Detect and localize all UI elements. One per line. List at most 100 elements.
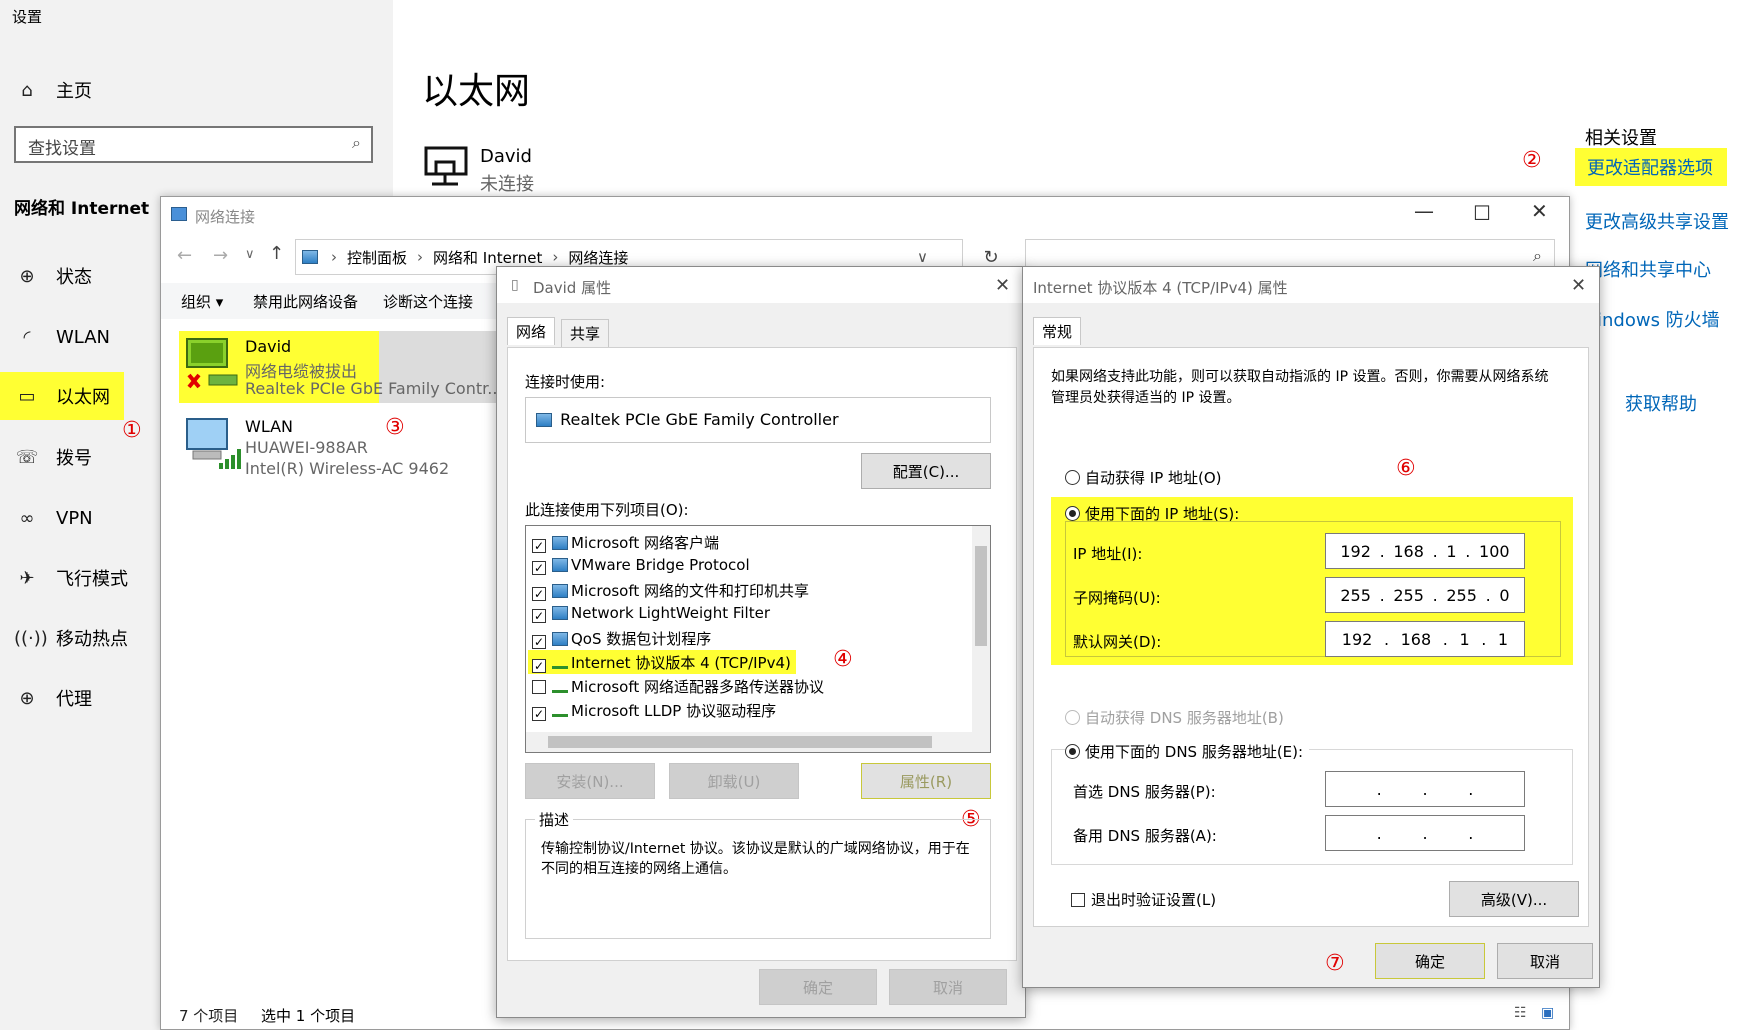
validate-option[interactable]: 退出时验证设置(L) [1071,889,1216,910]
list-item[interactable]: ✓ VMware Bridge Protocol [532,556,750,575]
ip-address-field[interactable]: 192. 168. 1. 100 [1325,533,1525,569]
nav-vpn-label: VPN [56,507,93,529]
nav-home[interactable]: ⌂ 主页 [0,62,393,118]
horizontal-scrollbar[interactable] [526,732,990,752]
radio-unselected[interactable] [1065,710,1080,725]
octet: 168 [1400,629,1432,649]
link-change-adapter[interactable]: 更改适配器选项 [1575,148,1727,186]
checkbox-unchecked[interactable] [532,680,546,694]
ethernet-name: David [480,146,532,167]
minimize-icon[interactable]: — [1414,199,1434,223]
checkbox-checked[interactable]: ✓ [532,561,546,575]
manual-dns-label: 使用下面的 DNS 服务器地址(E): [1085,743,1304,761]
close-icon[interactable]: ✕ [1571,275,1586,296]
gateway-field[interactable]: 192. 168. 1. 1 [1325,621,1525,657]
breadcrumb-network-internet[interactable]: 网络和 Internet [433,247,542,268]
configure-button[interactable]: 配置(C)... [861,453,991,489]
maximize-icon[interactable]: ☐ [1473,201,1491,225]
disable-device-button[interactable]: 禁用此网络设备 [253,291,358,312]
tab-sharing[interactable]: 共享 [561,319,610,348]
link-firewall[interactable]: indows 防火墙 [1597,306,1720,332]
properties-button[interactable]: 属性(R) [861,763,991,799]
tiles-view-icon[interactable]: ▣ [1541,1005,1554,1021]
validate-label: 退出时验证设置(L) [1091,891,1217,909]
control-panel-icon [302,250,318,264]
annotation-4: ④ [833,647,853,672]
details-view-icon[interactable]: ☷ [1514,1005,1527,1021]
connection-status: HUAWEI-988AR [245,438,368,457]
list-item[interactable]: ✓ Microsoft 网络客户端 [532,532,719,553]
tab-network[interactable]: 网络 [507,317,556,345]
search-icon: ⌕ [1533,246,1542,265]
install-button[interactable]: 安装(N)... [525,763,655,799]
breadcrumb-network-connections[interactable]: 网络连接 [568,247,628,268]
chevron-down-icon[interactable]: ∨ [917,248,928,266]
breadcrumb-control-panel[interactable]: 控制面板 [347,247,407,268]
cancel-button[interactable]: 取消 [889,969,1007,1005]
ethernet-adapter-icon [424,146,468,186]
protocol-icon [552,657,568,669]
dns2-field[interactable]: ... [1325,815,1525,851]
search-input[interactable]: 查找设置 ⌕ [14,126,373,163]
manual-ip-option[interactable]: 使用下面的 IP 地址(S): [1065,503,1239,524]
radio-selected[interactable] [1065,506,1080,521]
radio-selected[interactable] [1065,744,1080,759]
advanced-button[interactable]: 高级(V)... [1449,881,1579,917]
auto-ip-option[interactable]: 自动获得 IP 地址(O) [1065,467,1222,488]
checkbox-checked[interactable]: ✓ [532,635,546,649]
vertical-scrollbar[interactable] [972,526,990,732]
ethernet-icon: ▭ [18,385,36,407]
diagnose-button[interactable]: 诊断这个连接 [383,291,473,312]
manual-dns-option[interactable]: 使用下面的 DNS 服务器地址(E): [1065,741,1310,762]
component-label: QoS 数据包计划程序 [571,630,712,648]
scrollbar-thumb[interactable] [975,546,987,646]
close-icon[interactable]: ✕ [1531,199,1548,223]
subnet-mask-field[interactable]: 255. 255. 255. 0 [1325,577,1525,613]
component-label: Microsoft 网络的文件和打印机共享 [571,582,810,600]
nav-hotspot-label: 移动热点 [56,629,128,650]
checkbox-checked[interactable]: ✓ [532,659,546,673]
annotation-7: ⑦ [1325,951,1345,976]
octet: 1 [1497,629,1509,649]
checkbox-checked[interactable]: ✓ [532,587,546,601]
forward-arrow-icon[interactable]: → [213,245,228,266]
up-arrow-icon[interactable]: ↑ [269,243,284,264]
subnet-mask-label: 子网掩码(U): [1073,589,1161,607]
component-label: VMware Bridge Protocol [571,556,750,574]
link-advanced-sharing[interactable]: 更改高级共享设置 [1585,208,1729,234]
dialup-icon: ☏ [15,446,39,468]
checkbox-unchecked[interactable] [1071,893,1085,907]
list-item[interactable]: ✓ QoS 数据包计划程序 [532,628,711,649]
list-item[interactable]: ✓ Microsoft LLDP 协议驱动程序 [532,700,776,721]
list-item[interactable]: Microsoft 网络适配器多路传送器协议 [532,676,824,697]
octet: 192 [1341,629,1373,649]
link-sharing-center[interactable]: 网络和共享中心 [1585,256,1711,282]
checkbox-checked[interactable]: ✓ [532,707,546,721]
recent-dropdown-icon[interactable]: ∨ [245,247,255,262]
tab-general[interactable]: 常规 [1033,317,1082,345]
list-item[interactable]: ✓ Network LightWeight Filter [532,604,770,623]
nav-ethernet[interactable]: ▭ 以太网 [0,372,124,420]
chevron-right-icon: › [417,248,424,266]
ok-button[interactable]: 确定 [759,969,877,1005]
dns1-field[interactable]: ... [1325,771,1525,807]
ok-button[interactable]: 确定 [1375,943,1485,979]
cancel-button[interactable]: 取消 [1497,943,1593,979]
wifi-icon: ◜ [23,326,31,348]
auto-dns-option[interactable]: 自动获得 DNS 服务器地址(B) [1065,707,1284,728]
uninstall-button[interactable]: 卸载(U) [669,763,799,799]
checkbox-checked[interactable]: ✓ [532,539,546,553]
checkbox-checked[interactable]: ✓ [532,609,546,623]
scrollbar-thumb[interactable] [548,736,932,748]
close-icon[interactable]: ✕ [995,275,1010,296]
back-arrow-icon[interactable]: ← [177,245,192,266]
radio-unselected[interactable] [1065,470,1080,485]
nav-proxy-label: 代理 [56,689,92,710]
link-get-help[interactable]: 获取帮助 [1625,390,1697,416]
list-item-ipv4[interactable]: ✓ Internet 协议版本 4 (TCP/IPv4) [528,650,796,674]
search-placeholder: 查找设置 [28,139,96,159]
network-folder-icon [171,207,187,221]
organize-menu[interactable]: 组织 ▾ [181,291,223,312]
list-item[interactable]: ✓ Microsoft 网络的文件和打印机共享 [532,580,809,601]
page-title: 以太网 [422,71,531,112]
